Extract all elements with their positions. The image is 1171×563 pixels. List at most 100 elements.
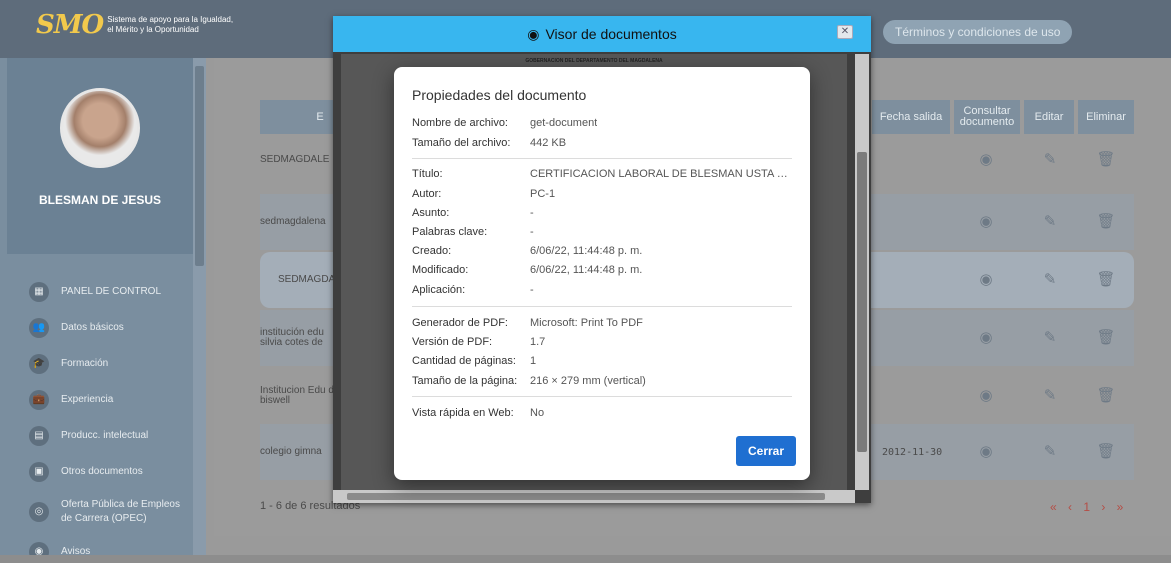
- th-editar: Editar: [1024, 100, 1074, 134]
- sidebar-scroll-thumb[interactable]: [195, 66, 204, 266]
- viewer-vertical-scrollbar[interactable]: [855, 54, 869, 490]
- edit-icon[interactable]: ✎: [1040, 150, 1060, 170]
- page-horizontal-scrollbar[interactable]: [0, 555, 1171, 563]
- sidebar-item-produccion[interactable]: ▤ Producc. intelectual: [7, 418, 193, 454]
- logo-text: Sistema de apoyo para la Igualdad, el Mé…: [107, 15, 233, 35]
- prop-label: Tamaño del archivo:: [412, 137, 511, 149]
- th-fecha-salida: Fecha salida: [872, 100, 950, 134]
- graduation-icon: 🎓: [29, 354, 49, 374]
- target-icon: ◎: [29, 502, 49, 522]
- view-icon[interactable]: ◉: [976, 150, 996, 170]
- logo-line-1: Sistema de apoyo para la Igualdad,: [107, 15, 234, 24]
- file-icon: ▣: [29, 462, 49, 482]
- prop-value: PC-1: [530, 188, 556, 200]
- trash-icon[interactable]: 🗑: [1096, 386, 1116, 406]
- prop-label: Tamaño de la página:: [412, 375, 518, 387]
- view-icon[interactable]: ◉: [976, 270, 996, 290]
- viewer-vertical-scroll-thumb[interactable]: [857, 152, 867, 452]
- prop-label: Título:: [412, 168, 443, 180]
- sidebar-item-formacion[interactable]: 🎓 Formación: [7, 346, 193, 382]
- trash-icon[interactable]: 🗑: [1096, 212, 1116, 232]
- trash-icon[interactable]: 🗑: [1096, 150, 1116, 170]
- prop-label: Versión de PDF:: [412, 336, 493, 348]
- trash-icon[interactable]: 🗑: [1096, 328, 1116, 348]
- divider: [412, 396, 792, 397]
- edit-icon[interactable]: ✎: [1040, 270, 1060, 290]
- prop-autor: Autor: PC-1: [412, 188, 555, 200]
- sidebar-item-experiencia[interactable]: 💼 Experiencia: [7, 382, 193, 418]
- cell-institucion: SEDMAGDALE: [260, 154, 330, 165]
- prop-label: Cantidad de páginas:: [412, 355, 516, 367]
- edit-icon[interactable]: ✎: [1040, 386, 1060, 406]
- cell-fecha-salida: 2012-11-30: [882, 446, 943, 458]
- cell-institucion: institución edu silvia cotes de: [260, 327, 324, 348]
- prop-asunto: Asunto: -: [412, 207, 534, 219]
- prop-label: Aplicación:: [412, 284, 466, 296]
- prop-label: Vista rápida en Web:: [412, 407, 514, 419]
- prop-creado: Creado: 6/06/22, 11:44:48 p. m.: [412, 245, 642, 257]
- prop-modificado: Modificado: 6/06/22, 11:44:48 p. m.: [412, 264, 642, 276]
- viewer-horizontal-scrollbar[interactable]: [333, 490, 855, 503]
- bell-icon: ◉: [29, 542, 49, 555]
- prop-value: 1: [530, 355, 537, 367]
- pagination-controls[interactable]: « ‹ 1 › »: [1050, 500, 1127, 514]
- prop-titulo: Título: CERTIFICACION LABORAL DE BLESMAN…: [412, 168, 792, 180]
- prop-label: Modificado:: [412, 264, 469, 276]
- prop-label: Nombre de archivo:: [412, 117, 508, 129]
- viewer-horizontal-scroll-thumb[interactable]: [347, 493, 825, 500]
- document-icon: ▤: [29, 426, 49, 446]
- prop-cantidad-paginas: Cantidad de páginas: 1: [412, 355, 536, 367]
- sidebar-item-label: PANEL DE CONTROL: [61, 286, 162, 297]
- viewer-title-bar: ◉ Visor de documentos ✕: [333, 16, 871, 52]
- th-eliminar: Eliminar: [1078, 100, 1134, 134]
- sidebar-scrollbar[interactable]: [193, 58, 206, 555]
- terms-button[interactable]: Términos y condiciones de uso: [883, 20, 1073, 44]
- sidebar-item-opec[interactable]: ◎ Oferta Pública de Empleos de Carrera (…: [7, 490, 193, 534]
- logo-line-2: el Mérito y la Oportunidad: [107, 25, 199, 34]
- prop-value: No: [530, 407, 545, 419]
- prop-palabras-clave: Palabras clave: -: [412, 226, 534, 238]
- trash-icon[interactable]: 🗑: [1096, 270, 1116, 290]
- prop-value: 6/06/22, 11:44:48 p. m.: [530, 264, 643, 276]
- prop-value: -: [530, 284, 534, 296]
- sidebar-item-label: Formación: [61, 358, 109, 369]
- dashboard-icon: ▦: [29, 282, 49, 302]
- prop-file-name: Nombre de archivo: get-document: [412, 117, 597, 129]
- view-icon[interactable]: ◉: [976, 386, 996, 406]
- pdf-page-header: GOBERNACION DEL DEPARTAMENTO DEL MAGDALE…: [525, 58, 663, 64]
- prop-file-size: Tamaño del archivo: 442 KB: [412, 137, 566, 149]
- edit-icon[interactable]: ✎: [1040, 442, 1060, 462]
- prop-aplicacion: Aplicación: -: [412, 284, 534, 296]
- close-button[interactable]: Cerrar: [736, 436, 796, 466]
- view-icon[interactable]: ◉: [976, 328, 996, 348]
- cell-institucion: colegio gimna: [260, 446, 322, 457]
- document-properties-dialog: Propiedades del documento Nombre de arch…: [394, 67, 810, 480]
- edit-icon[interactable]: ✎: [1040, 212, 1060, 232]
- sidebar-item-datos-basicos[interactable]: 👥 Datos básicos: [7, 310, 193, 346]
- edit-icon[interactable]: ✎: [1040, 328, 1060, 348]
- smo-logo[interactable]: SMO Sistema de apoyo para la Igualdad, e…: [36, 10, 233, 40]
- view-icon[interactable]: ◉: [976, 442, 996, 462]
- users-icon: 👥: [29, 318, 49, 338]
- cell-institucion: Institucion Edu de biswell: [260, 385, 340, 406]
- sidebar-item-panel-control[interactable]: ▦ PANEL DE CONTROL: [7, 274, 193, 310]
- dialog-title: Propiedades del documento: [412, 87, 587, 103]
- prop-value: -: [530, 207, 534, 219]
- profile-name: BLESMAN DE JESUS: [38, 193, 162, 207]
- logo-mark: SMO: [36, 10, 104, 40]
- sidebar-item-label: Producc. intelectual: [61, 430, 149, 441]
- sidebar-item-label: Avisos: [61, 546, 91, 555]
- prop-label: Palabras clave:: [412, 226, 488, 238]
- prop-value: 442 KB: [530, 137, 567, 149]
- trash-icon[interactable]: 🗑: [1096, 442, 1116, 462]
- sidebar-item-avisos[interactable]: ◉ Avisos: [7, 534, 193, 555]
- view-icon[interactable]: ◉: [976, 212, 996, 232]
- sidebar-item-otros-documentos[interactable]: ▣ Otros documentos: [7, 454, 193, 490]
- prop-label: Asunto:: [412, 207, 450, 219]
- prop-label: Autor:: [412, 188, 442, 200]
- eye-icon: ◉: [527, 25, 540, 42]
- prop-value: 6/06/22, 11:44:48 p. m.: [530, 245, 643, 257]
- close-icon[interactable]: ✕: [837, 25, 853, 39]
- prop-tamano-pagina: Tamaño de la página: 216 × 279 mm (verti…: [412, 375, 646, 387]
- briefcase-icon: 💼: [29, 390, 49, 410]
